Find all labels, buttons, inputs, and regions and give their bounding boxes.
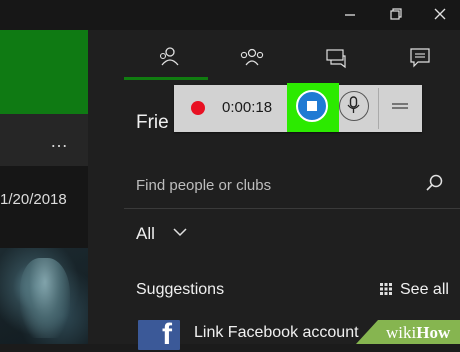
friends-icon[interactable] [153,44,183,70]
recording-bar-separator [378,88,379,129]
party-icon[interactable] [237,44,267,70]
watermark-wiki: wiki [386,323,417,342]
facebook-icon [138,320,180,350]
minimize-icon[interactable] [342,6,358,22]
close-icon[interactable] [432,6,448,22]
search-input[interactable]: Find people or clubs [136,177,271,194]
recording-timer: 0:00:18 [222,99,273,116]
active-tab-indicator [124,77,208,80]
restore-icon[interactable] [388,6,404,22]
drag-handle-icon[interactable] [392,102,408,110]
stop-icon [307,101,317,111]
grid-icon[interactable] [380,283,392,295]
link-facebook-button[interactable]: Link Facebook account [194,324,359,342]
suggestions-heading: Suggestions [136,281,225,298]
chevron-down-icon[interactable] [172,226,188,238]
game-art-figure [20,258,70,338]
watermark-how: How [416,323,451,342]
search-underline [124,208,460,209]
facebook-letter: f [162,318,172,351]
capture-date: 1/20/2018 [0,191,67,208]
filter-dropdown[interactable]: All [136,224,155,244]
recording-indicator-icon [191,101,205,115]
messages-icon[interactable] [321,44,351,70]
panel-title: Frie [136,112,169,133]
microphone-button[interactable] [339,91,369,121]
search-icon[interactable] [424,173,444,193]
more-options-button[interactable]: … [50,132,69,150]
left-toolbar [0,114,88,166]
watermark-text: wikiHow [386,323,450,343]
microphone-icon [347,96,360,113]
green-banner [0,30,88,114]
see-all-link[interactable]: See all [400,281,449,299]
game-thumbnail[interactable] [0,248,88,344]
activity-feed-icon[interactable] [405,44,435,70]
